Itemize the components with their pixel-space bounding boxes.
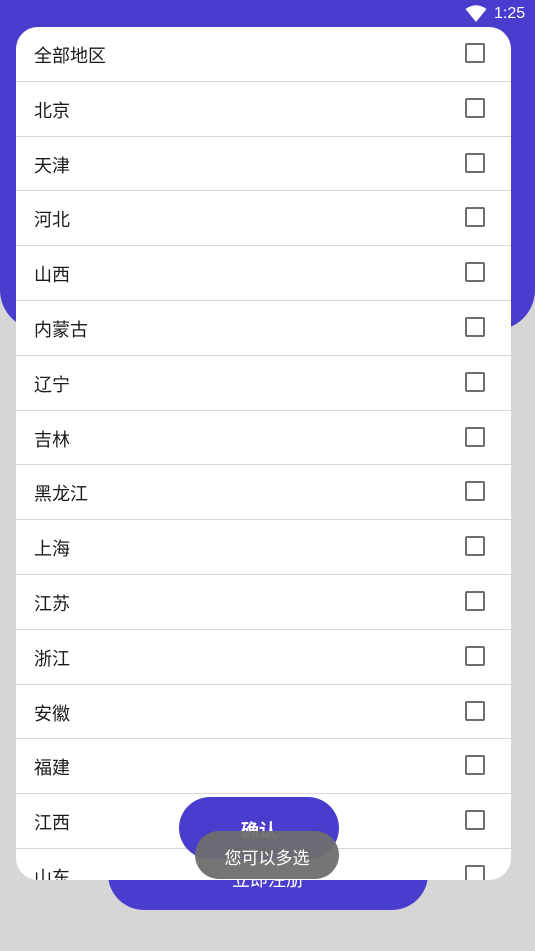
region-label: 上海: [34, 539, 70, 561]
region-label: 福建: [34, 758, 70, 780]
region-row[interactable]: 河北: [16, 191, 511, 247]
region-row[interactable]: 全部地区: [16, 27, 511, 82]
region-checkbox[interactable]: [465, 590, 485, 611]
region-row[interactable]: 北京: [16, 82, 511, 137]
region-row[interactable]: 黑龙江: [16, 465, 511, 521]
region-row[interactable]: 山西: [16, 246, 511, 301]
status-bar: 1:25: [0, 0, 535, 28]
region-row[interactable]: 安徽: [16, 685, 511, 740]
status-time: 1:25: [494, 5, 526, 22]
region-checkbox[interactable]: [465, 536, 485, 557]
region-checkbox[interactable]: [465, 152, 485, 173]
region-row[interactable]: 内蒙古: [16, 301, 511, 356]
region-row[interactable]: 上海: [16, 520, 511, 575]
region-checkbox[interactable]: [465, 481, 485, 502]
toast-text: 您可以多选: [224, 849, 310, 869]
region-checkbox[interactable]: [465, 371, 485, 392]
region-label: 全部地区: [34, 46, 106, 67]
region-label: 辽宁: [34, 374, 70, 396]
region-label: 山东: [34, 867, 70, 880]
region-label: 黑龙江: [34, 484, 88, 506]
region-row[interactable]: 江苏: [16, 575, 511, 630]
region-list: 全部地区北京天津河北山西内蒙古辽宁吉林黑龙江上海江苏浙江安徽福建江西山东: [16, 27, 511, 880]
region-label: 北京: [34, 100, 70, 122]
region-checkbox[interactable]: [465, 700, 485, 721]
region-label: 内蒙古: [34, 319, 88, 341]
region-label: 河北: [34, 210, 70, 232]
region-row[interactable]: 福建: [16, 739, 511, 795]
region-checkbox[interactable]: [465, 43, 485, 63]
region-checkbox[interactable]: [465, 810, 485, 831]
region-label: 江苏: [34, 593, 70, 615]
region-checkbox[interactable]: [465, 262, 485, 283]
region-picker-sheet: 全部地区北京天津河北山西内蒙古辽宁吉林黑龙江上海江苏浙江安徽福建江西山东: [16, 27, 511, 880]
region-checkbox[interactable]: [465, 645, 485, 666]
region-checkbox[interactable]: [465, 426, 485, 447]
region-checkbox[interactable]: [465, 316, 485, 337]
wifi-icon: [465, 5, 487, 22]
region-checkbox[interactable]: [465, 864, 485, 880]
region-checkbox[interactable]: [465, 207, 485, 228]
region-label: 安徽: [34, 703, 70, 725]
region-label: 江西: [34, 813, 70, 835]
region-row[interactable]: 天津: [16, 137, 511, 192]
region-row[interactable]: 吉林: [16, 411, 511, 466]
region-checkbox[interactable]: [465, 97, 485, 118]
region-label: 浙江: [34, 648, 70, 670]
region-label: 山西: [34, 265, 70, 287]
region-label: 天津: [34, 155, 70, 177]
toast-message: 您可以多选: [195, 831, 339, 879]
region-row[interactable]: 浙江: [16, 630, 511, 685]
region-row[interactable]: 辽宁: [16, 356, 511, 411]
region-checkbox[interactable]: [465, 755, 485, 776]
region-label: 吉林: [34, 429, 70, 451]
